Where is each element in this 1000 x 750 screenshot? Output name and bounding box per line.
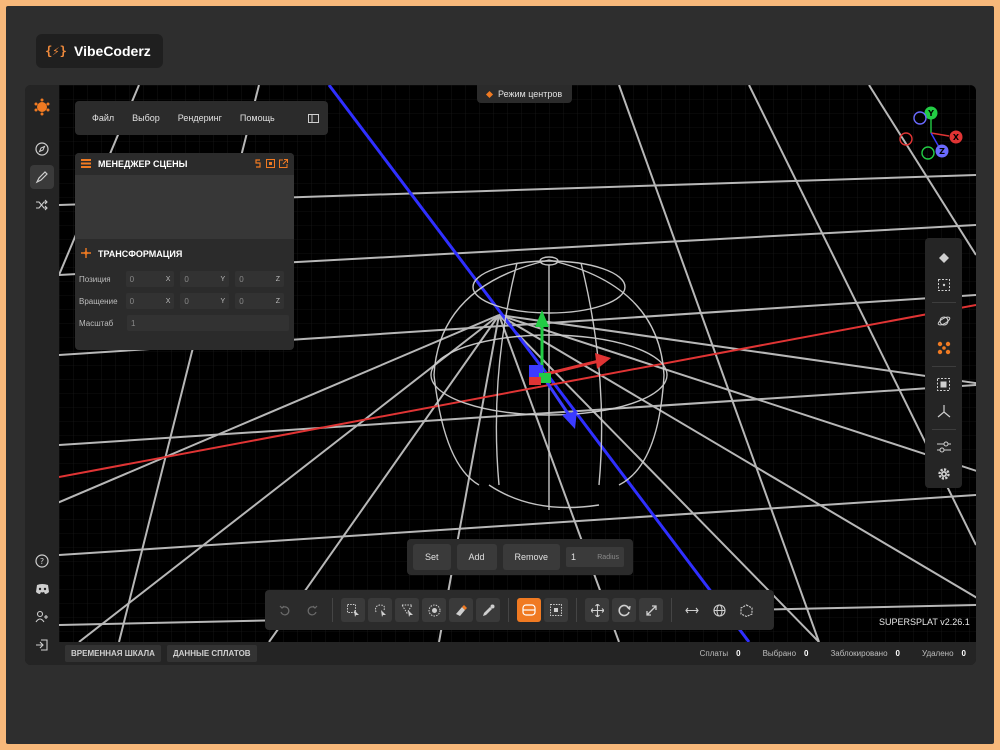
selection-tools-bar: Set Add Remove 1 Radius bbox=[407, 539, 633, 575]
add-user-icon[interactable] bbox=[30, 605, 54, 629]
view-orientation-gizmo[interactable]: Y X Z bbox=[893, 103, 965, 163]
panel-toggle-icon[interactable] bbox=[306, 111, 320, 125]
redo-icon[interactable] bbox=[300, 598, 324, 622]
horizontal-arrows-icon[interactable] bbox=[680, 598, 704, 622]
polygon-select-icon[interactable] bbox=[395, 598, 419, 622]
splat-mode-icon[interactable] bbox=[932, 336, 956, 359]
dotted-frame-icon[interactable] bbox=[932, 273, 956, 296]
right-toolbar bbox=[925, 238, 962, 488]
status-bar: ВРЕМЕННАЯ ШКАЛА ДАННЫЕ СПЛАТОВ Сплаты 0 В… bbox=[59, 642, 976, 665]
cube-icon[interactable] bbox=[734, 598, 758, 622]
menu-render[interactable]: Рендеринг bbox=[169, 101, 231, 135]
settings-gear-icon[interactable] bbox=[932, 463, 956, 486]
splat-data-tab[interactable]: ДАННЫЕ СПЛАТОВ bbox=[166, 645, 257, 662]
rotation-x-input[interactable]: 0X bbox=[125, 293, 175, 309]
rotation-z-input[interactable]: 0Z bbox=[235, 293, 285, 309]
3d-viewport[interactable]: Файл Выбор Рендеринг Помощь Режим центро… bbox=[59, 85, 976, 642]
stat-deleted: Удалено 0 bbox=[921, 649, 966, 658]
undo-icon[interactable] bbox=[273, 598, 297, 622]
remove-button[interactable]: Remove bbox=[502, 544, 561, 570]
svg-text:?: ? bbox=[40, 557, 44, 566]
sphere-select-icon[interactable] bbox=[422, 598, 446, 622]
main-menubar: Файл Выбор Рендеринг Помощь bbox=[75, 101, 328, 135]
position-label: Позиция bbox=[79, 274, 111, 284]
move-icon bbox=[81, 248, 91, 260]
radius-input[interactable]: 1 Radius bbox=[566, 547, 625, 567]
scale-icon[interactable] bbox=[639, 598, 663, 622]
supersplat-app: ? Файл Выбор Рендеринг Помощь Режим цент… bbox=[25, 85, 976, 665]
diamond-fill-icon[interactable] bbox=[932, 246, 956, 269]
scene-manager-header: МЕНЕДЖЕР СЦЕНЫ bbox=[75, 153, 294, 175]
scale-input[interactable]: 1 bbox=[127, 315, 289, 331]
scale-row: Масштаб 1 bbox=[75, 312, 294, 334]
undo-history-icon[interactable] bbox=[254, 158, 262, 170]
position-row: Позиция 0X 0Y 0Z bbox=[75, 268, 294, 290]
svg-text:Y: Y bbox=[927, 109, 934, 118]
axes-icon[interactable] bbox=[932, 400, 956, 423]
timeline-tab[interactable]: ВРЕМЕННАЯ ШКАЛА bbox=[65, 645, 161, 662]
sliders-icon[interactable] bbox=[932, 436, 956, 459]
orbit-icon[interactable] bbox=[932, 309, 956, 332]
diamond-icon bbox=[485, 90, 494, 98]
menu-file[interactable]: Файл bbox=[83, 101, 123, 135]
rotation-row: Вращение 0X 0Y 0Z bbox=[75, 290, 294, 312]
svg-text:Z: Z bbox=[939, 147, 945, 156]
set-button[interactable]: Set bbox=[413, 544, 451, 570]
help-icon[interactable]: ? bbox=[30, 549, 54, 573]
discord-icon[interactable] bbox=[30, 577, 54, 601]
export-icon[interactable] bbox=[279, 158, 288, 170]
version-label: SUPERSPLAT v2.26.1 bbox=[879, 617, 970, 627]
splat-stats: Сплаты 0 Выбрано 0 Заблокировано 0 Удалено 0 bbox=[700, 649, 970, 658]
bottom-toolbar bbox=[265, 590, 774, 630]
globe-icon[interactable] bbox=[707, 598, 731, 622]
compass-icon[interactable] bbox=[30, 137, 54, 161]
list-icon bbox=[81, 158, 91, 170]
app-logo-icon[interactable] bbox=[30, 95, 54, 119]
rect-select-icon[interactable] bbox=[341, 598, 365, 622]
position-x-input[interactable]: 0X bbox=[125, 271, 175, 287]
centers-mode-toggle[interactable]: Режим центров bbox=[477, 85, 573, 103]
logout-icon[interactable] bbox=[30, 633, 54, 657]
lasso-select-icon[interactable] bbox=[368, 598, 392, 622]
import-icon[interactable] bbox=[266, 158, 275, 170]
rotate-icon[interactable] bbox=[612, 598, 636, 622]
svg-text:X: X bbox=[953, 133, 960, 142]
transform-header: ТРАНСФОРМАЦИЯ bbox=[75, 243, 294, 265]
scene-list[interactable] bbox=[75, 175, 294, 239]
menu-selection[interactable]: Выбор bbox=[123, 101, 169, 135]
add-button[interactable]: Add bbox=[456, 544, 497, 570]
rotation-label: Вращение bbox=[79, 296, 118, 306]
position-y-input[interactable]: 0Y bbox=[180, 271, 230, 287]
bounding-box-icon[interactable] bbox=[544, 598, 568, 622]
scale-label: Масштаб bbox=[79, 318, 114, 328]
shuffle-icon[interactable] bbox=[30, 193, 54, 217]
menu-help[interactable]: Помощь bbox=[231, 101, 284, 135]
stat-selected: Выбрано 0 bbox=[762, 649, 809, 658]
eyedropper-icon[interactable] bbox=[476, 598, 500, 622]
splat-view-icon[interactable] bbox=[517, 598, 541, 622]
brand-logo-icon: {⚡} bbox=[45, 44, 67, 58]
centers-mode-label: Режим центров bbox=[498, 89, 563, 99]
eraser-icon[interactable] bbox=[449, 598, 473, 622]
brand-name: VibeCoderz bbox=[74, 43, 151, 59]
translate-icon[interactable] bbox=[585, 598, 609, 622]
position-z-input[interactable]: 0Z bbox=[235, 271, 285, 287]
stat-splats: Сплаты 0 bbox=[699, 649, 741, 658]
brand-badge[interactable]: {⚡} VibeCoderz bbox=[36, 34, 163, 68]
left-sidebar: ? bbox=[25, 85, 59, 665]
brush-edit-icon[interactable] bbox=[30, 165, 54, 189]
scene-manager-title: МЕНЕДЖЕР СЦЕНЫ bbox=[98, 159, 188, 169]
frame-selection-icon[interactable] bbox=[932, 373, 956, 396]
scene-panel: МЕНЕДЖЕР СЦЕНЫ ТРАНСФОРМАЦИЯ Позиция 0 X… bbox=[75, 153, 294, 350]
rotation-y-input[interactable]: 0Y bbox=[180, 293, 230, 309]
stat-locked: Заблокировано 0 bbox=[830, 649, 900, 658]
transform-title: ТРАНСФОРМАЦИЯ bbox=[98, 249, 183, 259]
